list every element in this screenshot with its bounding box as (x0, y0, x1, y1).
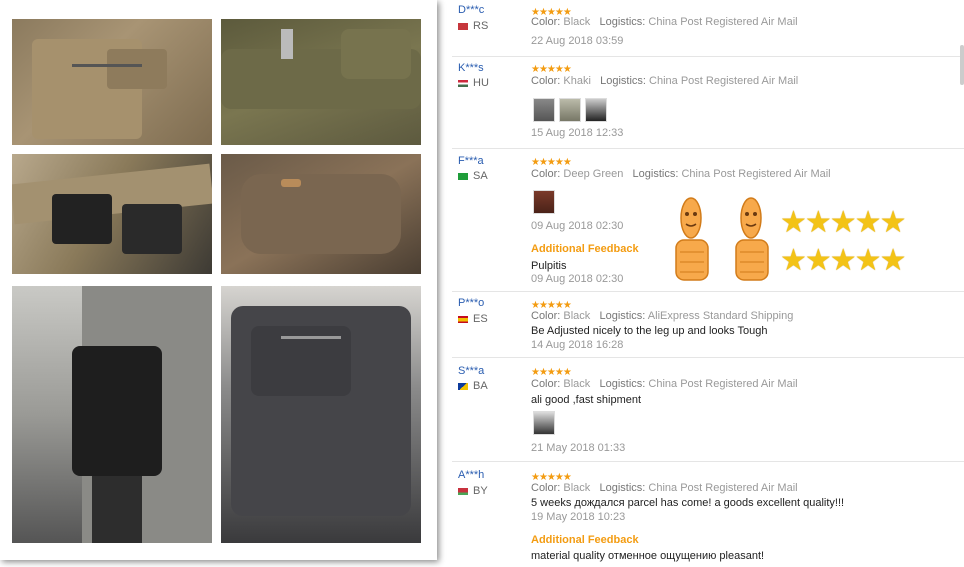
review-date: 14 Aug 2018 16:28 (531, 339, 624, 351)
country-flag-icon (458, 315, 468, 323)
review-text: ali good ,fast shipment (531, 394, 642, 406)
review-photo-thumbnail[interactable] (533, 190, 555, 214)
review-text: Be Adjusted nicely to the leg up and loo… (531, 325, 768, 337)
reviewer-name[interactable]: P***o (458, 297, 484, 309)
product-photo-1[interactable] (12, 19, 212, 145)
country-flag-icon (458, 487, 468, 495)
review-item: A***h BY ★★★★★ Color: Black Logistics: C… (452, 464, 964, 567)
product-photo-6[interactable] (221, 286, 421, 543)
reviewer-name[interactable]: A***h (458, 469, 484, 481)
rating-stars: ★★★★★ (531, 64, 572, 75)
review-meta: Color: Black Logistics: China Post Regis… (531, 482, 798, 494)
product-photo-2[interactable] (221, 19, 421, 145)
review-item: P***o ES ★★★★★ Color: Black Logistics: A… (452, 293, 964, 358)
review-date: 09 Aug 2018 02:30 (531, 220, 624, 232)
country-flag-icon (458, 22, 468, 30)
country-flag-icon (458, 172, 468, 180)
additional-feedback-text: material quality отменное ощущению pleas… (531, 550, 765, 562)
country-flag-icon (458, 79, 468, 87)
reviewer-country: BA (458, 380, 488, 392)
review-date: 22 Aug 2018 03:59 (531, 35, 624, 47)
reviewer-name[interactable]: K***s (458, 62, 484, 74)
review-item: D***c RS ★★★★★ Color: Black Logistics: C… (452, 0, 964, 57)
review-date: 21 May 2018 01:33 (531, 442, 626, 454)
product-photo-5[interactable] (12, 286, 212, 543)
scrollbar[interactable] (960, 45, 964, 85)
additional-feedback-label: Additional Feedback (531, 243, 639, 255)
big-stars-row: ★★★★★ (780, 244, 906, 277)
review-item: K***s HU ★★★★★ Color: Khaki Logistics: C… (452, 57, 964, 149)
review-photo-thumbnail[interactable] (585, 98, 607, 122)
rating-stars: ★★★★★ (531, 157, 572, 168)
review-item: S***a BA ★★★★★ Color: Black Logistics: C… (452, 360, 964, 462)
big-stars-row: ★★★★★ (780, 206, 906, 239)
divider (452, 148, 964, 149)
reviewer-name[interactable]: S***a (458, 365, 484, 377)
reviewer-country: RS (458, 20, 488, 32)
divider (452, 357, 964, 358)
reviewer-name[interactable]: F***a (458, 155, 484, 167)
divider (452, 461, 964, 462)
review-photo-thumbnail[interactable] (533, 98, 555, 122)
thumbs-up-icon (735, 197, 769, 281)
reviewer-country: ES (458, 313, 488, 325)
rating-stars: ★★★★★ (531, 367, 572, 378)
review-meta: Color: Khaki Logistics: China Post Regis… (531, 75, 799, 87)
review-text: 5 weeks дождался parcel has come! a good… (531, 497, 845, 509)
additional-feedback-text: Pulpitis (531, 260, 567, 272)
reviewer-country: SA (458, 170, 488, 182)
reviewer-country: BY (458, 485, 488, 497)
review-meta: Color: Black Logistics: China Post Regis… (531, 16, 798, 28)
reviewer-country: HU (458, 77, 489, 89)
review-meta: Color: Black Logistics: China Post Regis… (531, 378, 798, 390)
country-flag-icon (458, 382, 468, 390)
product-photo-4[interactable] (221, 154, 421, 274)
review-date: 19 May 2018 10:23 (531, 511, 626, 523)
review-date: 15 Aug 2018 12:33 (531, 127, 624, 139)
product-photo-collage (0, 0, 437, 560)
reviewer-name[interactable]: D***c (458, 4, 484, 16)
additional-feedback-label: Additional Feedback (531, 534, 639, 546)
review-meta: Color: Deep Green Logistics: China Post … (531, 168, 831, 180)
rating-overlay-graphic: ★★★★★ ★★★★★ (665, 192, 940, 290)
review-meta: Color: Black Logistics: AliExpress Stand… (531, 310, 794, 322)
review-photo-thumbnail[interactable] (559, 98, 581, 122)
product-photo-3[interactable] (12, 154, 212, 274)
divider (452, 291, 964, 292)
thumbs-up-icon (675, 197, 709, 281)
review-photo-thumbnail[interactable] (533, 411, 555, 435)
additional-feedback-date: 09 Aug 2018 02:30 (531, 273, 624, 285)
